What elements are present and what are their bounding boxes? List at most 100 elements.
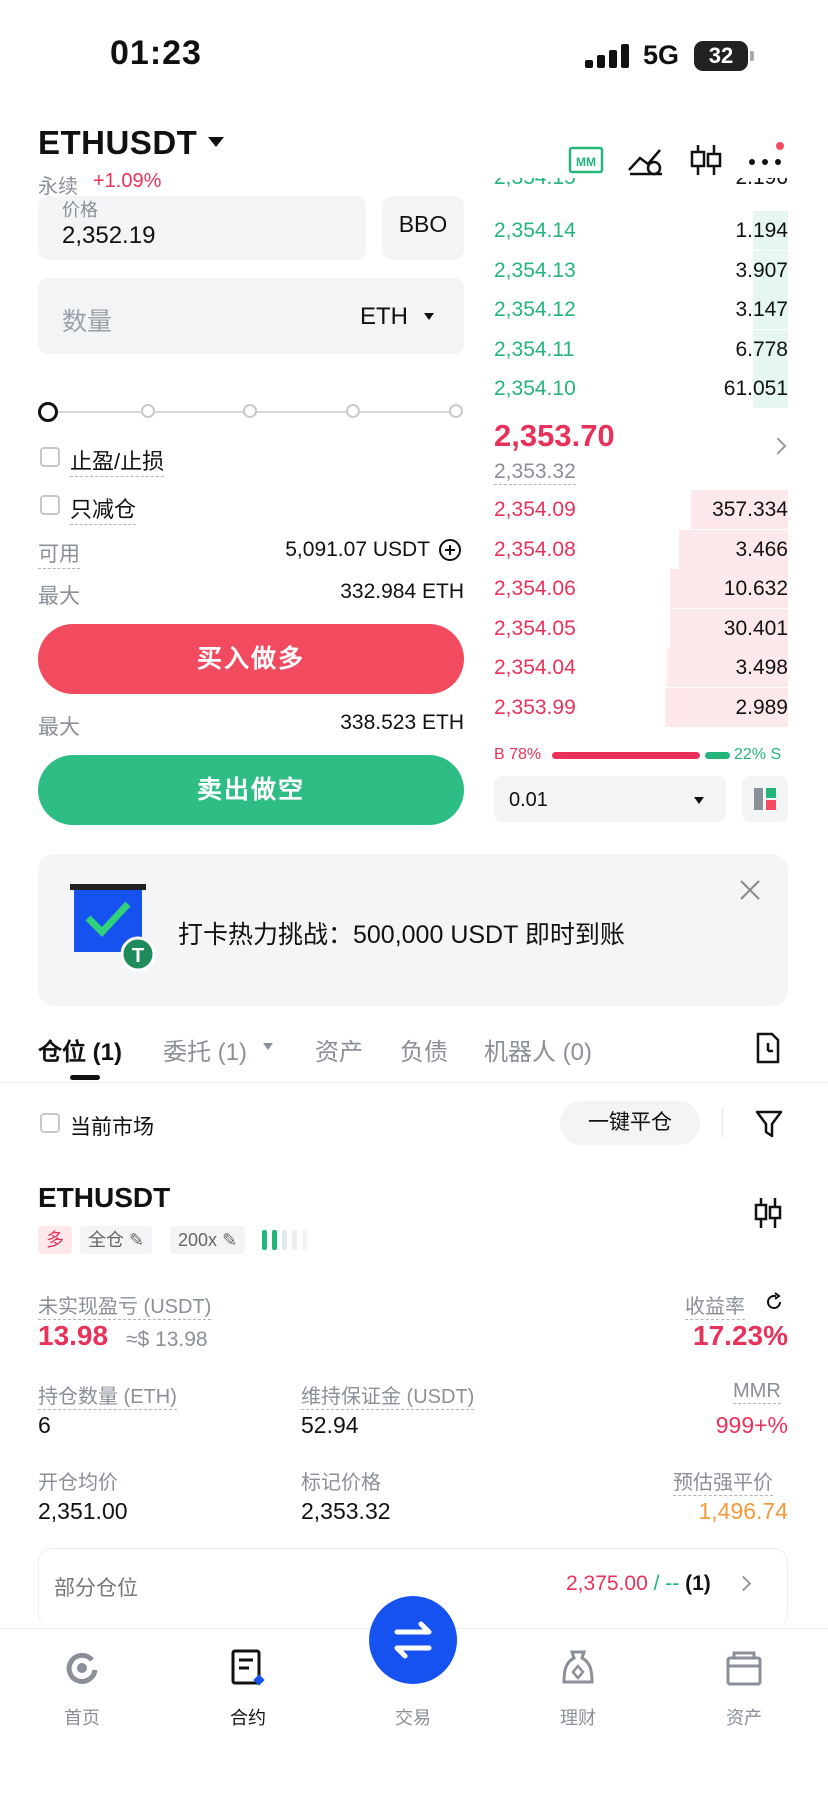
mark-price: 2,353.32	[494, 460, 576, 485]
close-icon[interactable]	[738, 878, 762, 902]
orderbook-row[interactable]: 2,354.10 61.051	[494, 369, 788, 408]
buy-ratio-label: B 78%	[494, 746, 542, 763]
caret-down-icon[interactable]	[208, 137, 224, 147]
orderbook-price: 2,354.13	[494, 258, 576, 282]
orderbook-qty: 6.778	[735, 337, 788, 361]
buy-ratio-bar	[552, 752, 700, 759]
orderbook-price: 2,354.14	[494, 219, 576, 242]
margin-mode-label: 全仓	[88, 1230, 124, 1250]
buy-long-button[interactable]: 买入做多	[38, 624, 464, 694]
promo-check-icon: T	[70, 884, 156, 972]
slider-thumb[interactable]	[38, 402, 58, 422]
tab-bots[interactable]: 机器人 (0)	[484, 1032, 592, 1067]
nav-assets[interactable]: 资产	[704, 1704, 784, 1730]
swap-icon	[394, 1621, 432, 1659]
slider-step-100[interactable]	[449, 404, 463, 418]
caret-down-icon[interactable]	[263, 1043, 273, 1050]
add-funds-icon[interactable]	[438, 538, 462, 562]
partial-count: (1)	[685, 1572, 711, 1595]
nav-trade[interactable]: 交易	[373, 1704, 453, 1730]
position-symbol[interactable]: ETHUSDT	[38, 1182, 170, 1214]
depth-step-value[interactable]: 0.01	[509, 789, 548, 812]
orderbook-row[interactable]: 2,354.13 3.907	[494, 250, 788, 290]
position-size: 6	[38, 1412, 51, 1438]
mark-price-label: 标记价格	[301, 1472, 381, 1494]
orderbook-row[interactable]: 2,354.04 3.498	[494, 648, 788, 687]
tab-assets[interactable]: 资产	[315, 1032, 363, 1067]
orderbook-row[interactable]: 2,354.11 6.778	[494, 329, 788, 369]
orderbook-price: 2,353.99	[494, 695, 576, 719]
price-label: 价格	[62, 200, 98, 220]
edit-icon[interactable]: ✎	[129, 1230, 144, 1250]
roe-value: 17.23%	[693, 1320, 788, 1351]
orderbook-row[interactable]: 2,354.05 30.401	[494, 608, 788, 648]
entry-price-label: 开仓均价	[38, 1472, 118, 1494]
orderbook-row[interactable]: 2,354.12 3.147	[494, 290, 788, 329]
earn-icon[interactable]	[558, 1648, 598, 1688]
current-market-checkbox[interactable]	[40, 1113, 60, 1133]
futures-icon[interactable]	[228, 1648, 268, 1688]
orderbook-row[interactable]: 2,354.14 1.194	[494, 211, 788, 250]
orderbook-qty: 3.907	[735, 258, 788, 282]
history-icon[interactable]	[754, 1032, 782, 1064]
svg-text:MM: MM	[576, 155, 596, 169]
book-layout-button[interactable]	[742, 776, 788, 822]
caret-down-icon[interactable]	[424, 313, 434, 320]
orderbook-row-clipped[interactable]: 2,354.15 2.196	[494, 178, 788, 196]
orderbook-qty: 61.051	[723, 377, 788, 400]
symbol-selector[interactable]: ETHUSDT	[38, 124, 197, 162]
orderbook-row[interactable]: 2,354.06 10.632	[494, 569, 788, 608]
position-size-label: 持仓数量 (ETH)	[38, 1380, 177, 1410]
sell-short-button[interactable]: 卖出做空	[38, 755, 464, 825]
chevron-right-icon[interactable]	[769, 437, 787, 455]
contract-type: 永续	[38, 176, 78, 198]
mm-icon[interactable]: MM	[566, 142, 606, 178]
trade-button[interactable]	[369, 1596, 457, 1684]
margin-mode-chip[interactable]: 全仓 ✎	[80, 1226, 153, 1254]
partial-position-values: 2,375.00 / -- (1)	[566, 1572, 711, 1596]
orderbook-row[interactable]: 2,354.08 3.466	[494, 529, 788, 569]
current-market-label[interactable]: 当前市场	[70, 1111, 154, 1141]
home-icon[interactable]	[62, 1648, 102, 1688]
orderbook-row[interactable]: 2,353.99 2.989	[494, 687, 788, 727]
filter-icon[interactable]	[754, 1108, 784, 1140]
orderbook-row[interactable]: 2,354.09 357.334	[494, 490, 788, 529]
quantity-unit-select[interactable]: ETH	[360, 303, 408, 331]
divider	[722, 1108, 723, 1138]
leverage-chip[interactable]: 200x ✎	[170, 1226, 246, 1254]
edit-icon[interactable]: ✎	[222, 1230, 237, 1250]
indicator-icon[interactable]	[626, 142, 666, 178]
nav-home[interactable]: 首页	[42, 1704, 122, 1730]
tab-liabilities[interactable]: 负债	[400, 1032, 448, 1067]
refresh-icon[interactable]	[764, 1292, 784, 1312]
tp-sl-label[interactable]: 止盈/止损	[70, 444, 165, 477]
orderbook-price: 2,354.04	[494, 656, 576, 679]
nav-futures[interactable]: 合约	[208, 1704, 288, 1730]
mark-price-value: 2,353.32	[301, 1498, 391, 1524]
price-value[interactable]: 2,352.19	[62, 222, 155, 250]
slider-step-50[interactable]	[243, 404, 257, 418]
caret-down-icon[interactable]	[694, 797, 704, 804]
max-buy-value: 332.984 ETH	[340, 580, 464, 603]
reduce-only-checkbox[interactable]	[40, 495, 60, 515]
chart-icon[interactable]	[752, 1196, 784, 1230]
close-all-button[interactable]: 一键平仓	[560, 1101, 700, 1145]
nav-earn[interactable]: 理财	[538, 1704, 618, 1730]
divider	[0, 1082, 828, 1083]
tp-sl-checkbox[interactable]	[40, 447, 60, 467]
reduce-only-label[interactable]: 只减仓	[70, 492, 137, 525]
bbo-button[interactable]: BBO	[382, 196, 464, 260]
wallet-icon[interactable]	[724, 1648, 764, 1688]
side-badge: 多	[38, 1226, 72, 1254]
candlestick-icon[interactable]	[686, 142, 726, 178]
unrealized-pnl-usd: ≈$ 13.98	[126, 1328, 208, 1351]
liq-price: 1,496.74	[698, 1498, 788, 1524]
promo-text[interactable]: 打卡热力挑战：500,000 USDT 即时到账	[178, 915, 625, 951]
tab-orders[interactable]: 委托 (1)	[163, 1032, 247, 1067]
slider-step-25[interactable]	[141, 404, 155, 418]
more-icon[interactable]	[746, 142, 786, 178]
price-change: +1.09%	[93, 170, 162, 192]
tab-active-indicator	[70, 1075, 100, 1080]
slider-step-75[interactable]	[346, 404, 360, 418]
tab-positions[interactable]: 仓位 (1)	[38, 1032, 122, 1067]
